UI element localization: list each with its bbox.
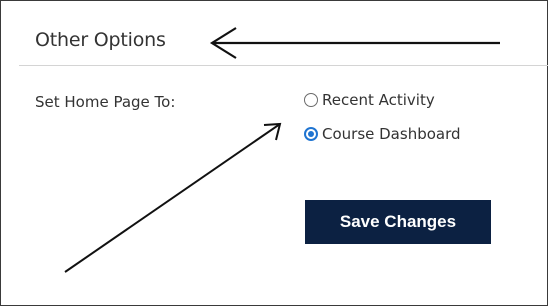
radio-button-unchecked[interactable] bbox=[304, 93, 318, 107]
options-panel: Other Options Set Home Page To: Recent A… bbox=[0, 0, 548, 306]
save-changes-button[interactable]: Save Changes bbox=[305, 200, 491, 244]
home-page-label: Set Home Page To: bbox=[35, 93, 176, 111]
section-divider bbox=[19, 65, 548, 66]
radio-option-course-dashboard[interactable]: Course Dashboard bbox=[304, 125, 461, 143]
radio-option-recent-activity[interactable]: Recent Activity bbox=[304, 91, 435, 109]
radio-button-checked[interactable] bbox=[304, 127, 318, 141]
radio-label-course-dashboard: Course Dashboard bbox=[322, 125, 461, 143]
radio-label-recent-activity: Recent Activity bbox=[322, 91, 435, 109]
section-title: Other Options bbox=[35, 29, 166, 51]
